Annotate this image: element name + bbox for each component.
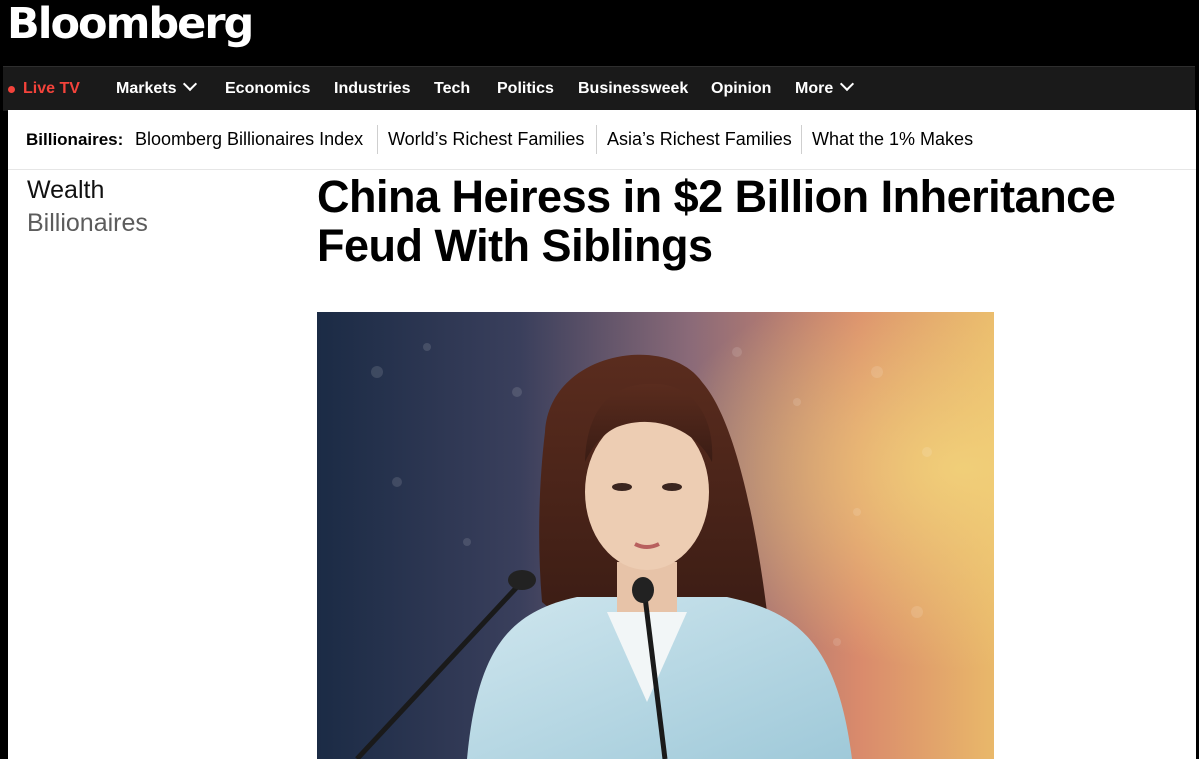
main-nav: Live TV Markets Economics Industries Tec… bbox=[3, 66, 1195, 111]
section-link-billionaires[interactable]: Billionaires bbox=[27, 207, 148, 239]
nav-item-opinion[interactable]: Opinion bbox=[711, 67, 771, 111]
subnav-link-what-the-1-percent-makes[interactable]: What the 1% Makes bbox=[812, 110, 973, 169]
nav-item-label: Economics bbox=[225, 80, 311, 97]
nav-item-markets[interactable]: Markets bbox=[116, 67, 198, 111]
nav-item-label: Tech bbox=[434, 80, 471, 97]
live-dot-icon bbox=[8, 86, 15, 93]
nav-item-label: Politics bbox=[497, 80, 554, 97]
article-headline: China Heiress in $2 Billion Inheritance … bbox=[317, 171, 1116, 271]
subnav-title: Billionaires: bbox=[26, 130, 124, 149]
subnav-link-richest-families[interactable]: World’s Richest Families bbox=[388, 110, 584, 169]
nav-item-label: Industries bbox=[334, 80, 411, 97]
subnav-divider bbox=[377, 125, 378, 154]
subnav-divider bbox=[596, 125, 597, 154]
billionaires-subnav: Billionaires: Bloomberg Billionaires Ind… bbox=[8, 110, 1196, 170]
nav-item-label: Businessweek bbox=[578, 80, 689, 97]
subnav-divider bbox=[801, 125, 802, 154]
section-link-wealth[interactable]: Wealth bbox=[27, 174, 104, 206]
nav-item-label: Markets bbox=[116, 80, 177, 97]
nav-item-label: More bbox=[795, 80, 834, 97]
article-page: Billionaires: Bloomberg Billionaires Ind… bbox=[8, 110, 1196, 759]
subnav-link-asia-richest-families[interactable]: Asia’s Richest Families bbox=[607, 110, 792, 169]
nav-item-more[interactable]: More bbox=[795, 67, 855, 111]
browser-frame: Bloomberg Live TV Markets Economics Indu… bbox=[0, 0, 1199, 759]
article-lead-photo bbox=[317, 312, 994, 759]
nav-item-businessweek[interactable]: Businessweek bbox=[578, 67, 688, 111]
nav-item-economics[interactable]: Economics bbox=[225, 67, 310, 111]
chevron-down-icon bbox=[183, 76, 198, 92]
live-tv-label: Live TV bbox=[23, 80, 80, 97]
brand-bar: Bloomberg bbox=[0, 0, 1199, 66]
nav-item-tech[interactable]: Tech bbox=[434, 67, 470, 111]
chevron-down-icon bbox=[840, 76, 855, 92]
nav-item-label: Opinion bbox=[711, 80, 772, 97]
subnav-link-billionaires-index[interactable]: Bloomberg Billionaires Index bbox=[135, 110, 363, 169]
speaker-photo-illustration bbox=[317, 312, 994, 759]
bloomberg-logo[interactable]: Bloomberg bbox=[7, 0, 254, 50]
nav-item-industries[interactable]: Industries bbox=[334, 67, 410, 111]
nav-item-politics[interactable]: Politics bbox=[497, 67, 554, 111]
